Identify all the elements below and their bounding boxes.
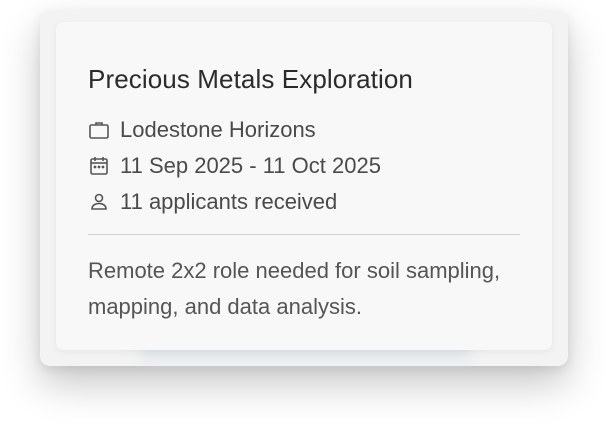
applicants-count: 11 applicants received bbox=[120, 189, 338, 214]
stage: Precious Metals Exploration Lodestone Ho… bbox=[0, 0, 608, 438]
calendar-icon bbox=[88, 155, 110, 177]
date-range: 11 Sep 2025 - 11 Oct 2025 bbox=[120, 153, 381, 178]
applicants-row: 11 applicants received bbox=[88, 184, 520, 220]
divider bbox=[88, 234, 520, 235]
date-row: 11 Sep 2025 - 11 Oct 2025 bbox=[88, 148, 520, 184]
person-icon bbox=[88, 191, 110, 213]
job-card[interactable]: Precious Metals Exploration Lodestone Ho… bbox=[56, 22, 552, 350]
job-meta: Lodestone Horizons 11 Sep 2025 - 11 Oct … bbox=[88, 112, 520, 220]
briefcase-icon bbox=[88, 119, 110, 141]
job-description: Remote 2x2 role needed for soil sampling… bbox=[88, 258, 501, 319]
company-name: Lodestone Horizons bbox=[120, 117, 316, 142]
company-row: Lodestone Horizons bbox=[88, 112, 520, 148]
job-title: Precious Metals Exploration bbox=[88, 64, 413, 94]
